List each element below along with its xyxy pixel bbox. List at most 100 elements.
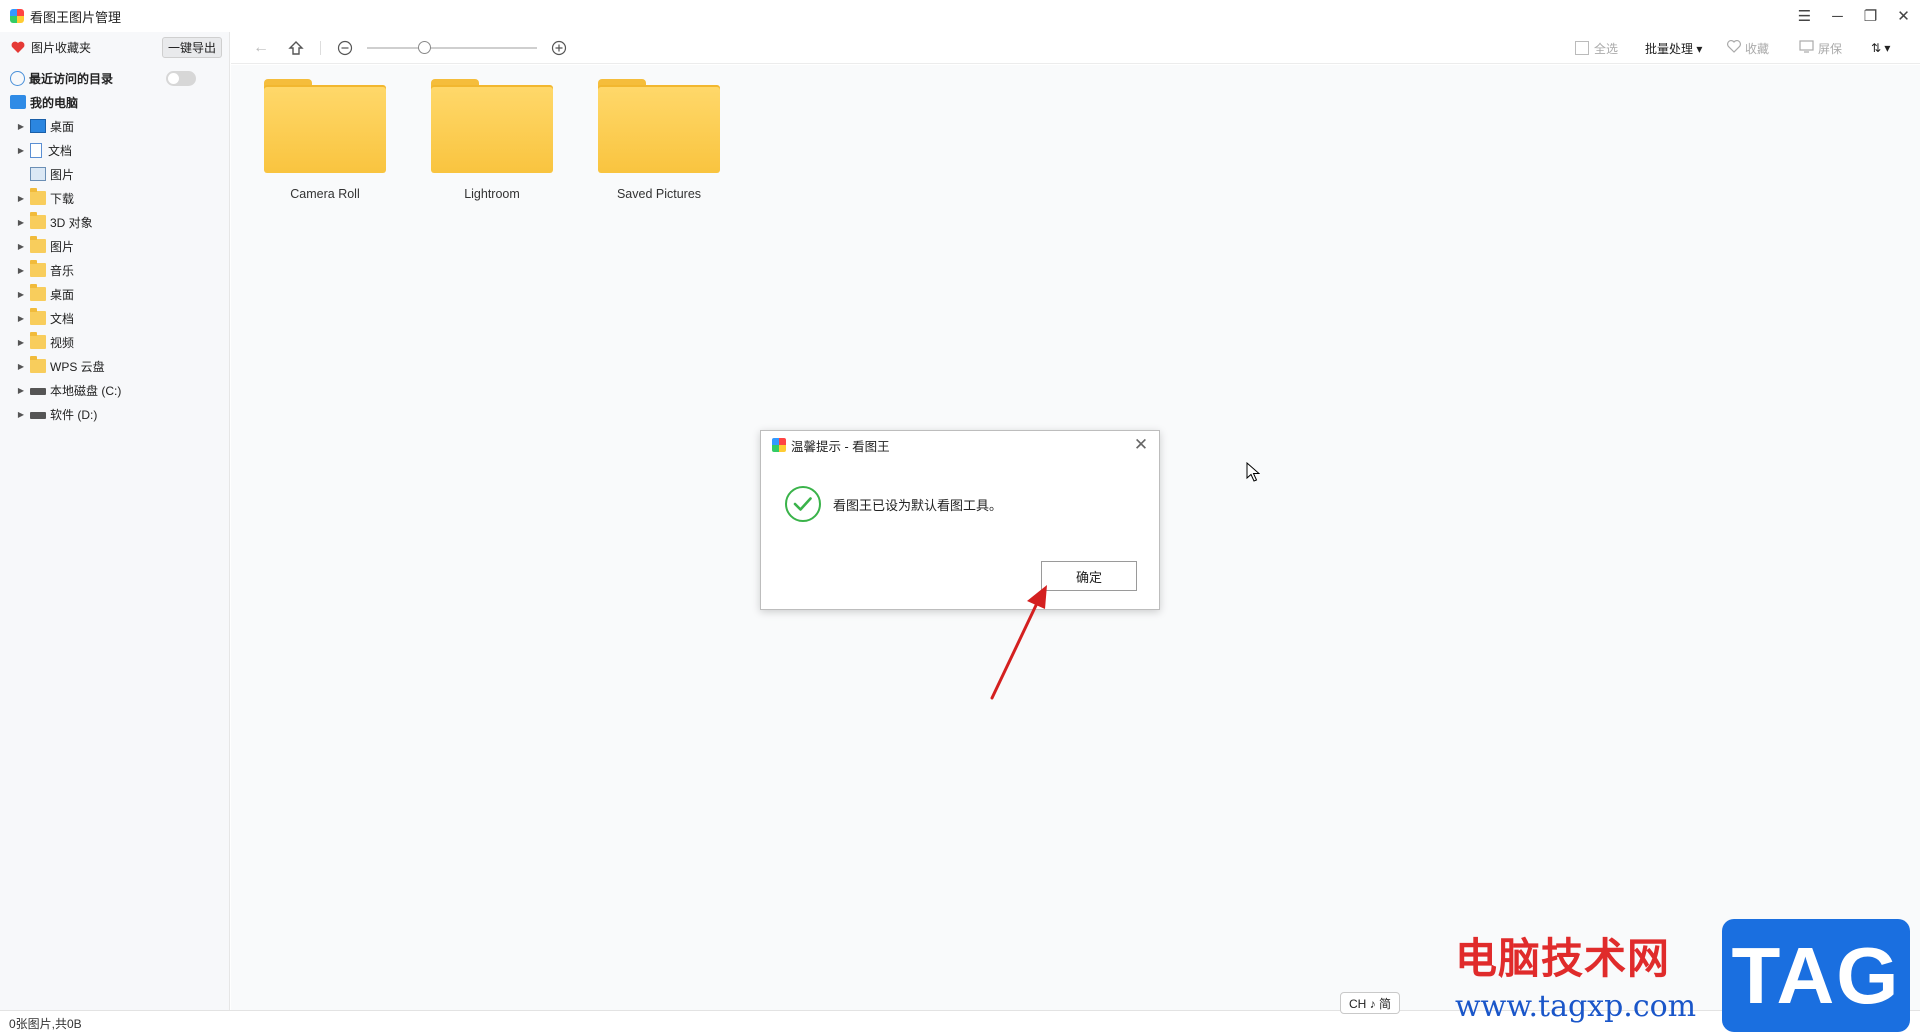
sidebar-item-label: 软件 (D:)	[50, 407, 98, 422]
desktop-icon	[30, 119, 46, 133]
expand-arrow-icon[interactable]: ▶	[16, 386, 26, 395]
drive-icon	[30, 412, 46, 419]
sidebar-item-label: 桌面	[50, 287, 75, 302]
folder-icon	[30, 212, 46, 229]
sidebar-item[interactable]: 图片	[0, 162, 230, 186]
folder-saved-pictures[interactable]: Saved Pictures	[577, 75, 720, 205]
recent-label: 最近访问的目录	[29, 71, 114, 86]
sidebar-item-label: 文档	[48, 143, 73, 158]
watermark-url: www.tagxp.com	[1455, 989, 1697, 1024]
clock-icon	[10, 70, 25, 86]
ime-indicator[interactable]: CH ♪ 简	[1340, 992, 1400, 1014]
zoom-in-icon[interactable]	[549, 38, 569, 58]
status-text: 0张图片,共0B	[9, 1017, 82, 1031]
mouse-cursor-icon	[1246, 462, 1260, 482]
favorite-button[interactable]: 收藏	[1727, 32, 1769, 64]
sidebar-item[interactable]: ▶ 3D 对象	[0, 210, 230, 234]
folder-camera-roll[interactable]: Camera Roll	[243, 75, 386, 205]
expand-arrow-icon[interactable]: ▶	[16, 290, 26, 299]
screensaver-button[interactable]: 屏保	[1799, 32, 1842, 64]
expand-arrow-icon[interactable]: ▶	[16, 266, 26, 275]
folder-icon	[30, 236, 46, 253]
folder-icon	[30, 260, 46, 277]
folder-label: Lightroom	[464, 187, 520, 201]
batch-process-dropdown[interactable]: 批量处理 ▾	[1645, 32, 1702, 64]
sidebar-item[interactable]: ▶ 文档	[0, 138, 230, 162]
expand-arrow-icon[interactable]: ▶	[16, 410, 26, 419]
sidebar-item-label: 本地磁盘 (C:)	[50, 383, 122, 398]
sidebar-item[interactable]: ▶ 视频	[0, 330, 230, 354]
dialog-title: 温馨提示 - 看图王	[791, 439, 890, 454]
folder-label: Saved Pictures	[616, 187, 702, 201]
my-computer-label: 我的电脑	[30, 95, 79, 110]
monitor-icon	[1799, 40, 1814, 56]
toolbar: ← 全选 批量处理 ▾ 收藏 屏保 ⇅ ▾	[231, 32, 1920, 64]
expand-arrow-icon[interactable]: ▶	[16, 146, 26, 155]
sidebar-item-label: WPS 云盘	[50, 359, 105, 374]
menu-icon[interactable]: ☰	[1788, 0, 1821, 32]
expand-arrow-icon[interactable]: ▶	[16, 314, 26, 323]
sidebar-item-label: 3D 对象	[50, 215, 93, 230]
folder-icon	[30, 308, 46, 325]
one-click-export-button[interactable]: 一键导出	[162, 37, 222, 58]
select-all-checkbox[interactable]: 全选	[1575, 32, 1618, 64]
expand-arrow-icon[interactable]: ▶	[16, 242, 26, 251]
checkbox-icon	[1575, 41, 1589, 55]
dialog-close-icon[interactable]: ✕	[1133, 436, 1149, 453]
sidebar-item[interactable]: ▶ 图片	[0, 234, 230, 258]
sidebar-item[interactable]: ▶ WPS 云盘	[0, 354, 230, 378]
restore-icon[interactable]: ❐	[1854, 0, 1887, 32]
folder-icon	[598, 87, 720, 173]
folder-tree: 最近访问的目录 我的电脑 ▶ 桌面 ▶ 文档 图片 ▶ 下载 ▶ 3D 对象 ▶ 图片 ▶ 音乐 ▶ 桌面 ▶…	[0, 66, 230, 426]
annotation-arrow-icon	[990, 585, 1047, 700]
zoom-out-icon[interactable]	[335, 38, 355, 58]
watermark-cn: 电脑技术网	[1455, 934, 1671, 983]
folder-icon	[30, 356, 46, 373]
sidebar-item-label: 视频	[50, 335, 75, 350]
ok-button[interactable]: 确定	[1041, 561, 1137, 591]
recent-directories[interactable]: 最近访问的目录	[0, 66, 230, 90]
folder-icon	[30, 188, 46, 205]
sidebar-item-label: 图片	[50, 239, 75, 254]
sidebar-item[interactable]: ▶ 下载	[0, 186, 230, 210]
sidebar-item[interactable]: ▶ 软件 (D:)	[0, 402, 230, 426]
folder-icon	[30, 284, 46, 301]
expand-arrow-icon[interactable]: ▶	[16, 338, 26, 347]
success-check-icon	[785, 486, 821, 522]
app-logo-icon	[772, 438, 786, 452]
sidebar-item[interactable]: ▶ 本地磁盘 (C:)	[0, 378, 230, 402]
favorites-row[interactable]: 图片收藏夹 一键导出	[0, 32, 230, 62]
app-logo-icon	[10, 9, 24, 23]
expand-arrow-icon[interactable]: ▶	[16, 194, 26, 203]
sidebar-item-label: 桌面	[50, 119, 75, 134]
folder-lightroom[interactable]: Lightroom	[410, 75, 553, 205]
sidebar-item[interactable]: ▶ 音乐	[0, 258, 230, 282]
sidebar-item-label: 下载	[50, 191, 75, 206]
folder-icon	[264, 87, 386, 173]
sidebar-item[interactable]: ▶ 文档	[0, 306, 230, 330]
window-controls: ☰ ─ ❐ ✕	[1788, 0, 1920, 32]
sidebar-item-label: 文档	[50, 311, 75, 326]
heart-outline-icon	[1727, 40, 1741, 56]
sidebar-item[interactable]: ▶ 桌面	[0, 282, 230, 306]
dialog-title-bar: 温馨提示 - 看图王	[761, 431, 1161, 459]
back-arrow-icon[interactable]: ←	[251, 38, 271, 58]
close-icon[interactable]: ✕	[1887, 0, 1920, 32]
zoom-slider-track[interactable]	[367, 47, 537, 49]
dialog-message: 看图王已设为默认看图工具。	[833, 498, 1003, 513]
minimize-icon[interactable]: ─	[1821, 0, 1854, 32]
computer-icon	[10, 95, 26, 109]
expand-arrow-icon[interactable]: ▶	[16, 362, 26, 371]
drive-icon	[30, 388, 46, 395]
zoom-slider-thumb[interactable]	[418, 41, 431, 54]
expand-arrow-icon[interactable]: ▶	[16, 122, 26, 131]
up-directory-icon[interactable]	[286, 38, 306, 58]
recent-toggle[interactable]	[166, 71, 196, 86]
document-icon	[30, 142, 42, 158]
sort-dropdown[interactable]: ⇅ ▾	[1871, 32, 1890, 64]
my-computer[interactable]: 我的电脑	[0, 90, 230, 114]
folder-label: Camera Roll	[290, 187, 360, 201]
sidebar-item-label: 音乐	[50, 263, 75, 278]
expand-arrow-icon[interactable]: ▶	[16, 218, 26, 227]
sidebar-item[interactable]: ▶ 桌面	[0, 114, 230, 138]
